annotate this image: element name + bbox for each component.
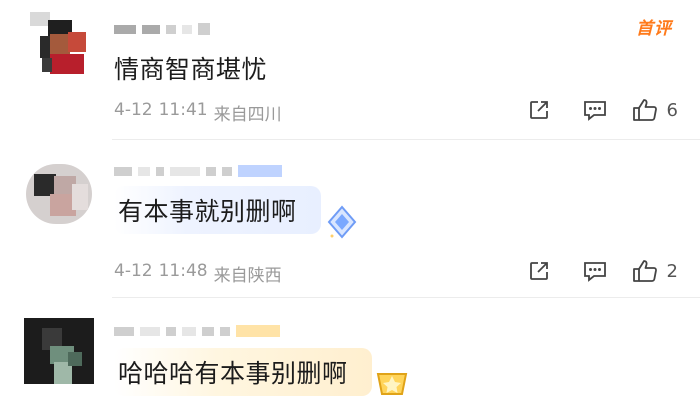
avatar[interactable] (20, 318, 96, 384)
comment-meta: 4-12 11:41 来自四川 (114, 100, 282, 125)
comment-meta: 4-12 11:48 来自陕西 (114, 261, 282, 286)
share-button[interactable] (515, 94, 563, 126)
comment-actions: 6 (507, 94, 678, 126)
thumbs-up-icon (632, 99, 657, 121)
comment-item: 哈哈哈有本事别删啊 (0, 298, 700, 415)
comment-item: 有本事就别删啊 4-12 11:48 来自陕西 2 (0, 140, 700, 298)
comment-text: 有本事就别删啊 (114, 186, 321, 234)
thumbs-up-icon (632, 260, 657, 282)
share-icon (529, 262, 548, 280)
comment-location: 来自陕西 (213, 266, 282, 286)
like-button[interactable]: 6 (631, 97, 678, 123)
username[interactable] (114, 18, 210, 40)
share-button[interactable] (515, 255, 563, 287)
like-button[interactable]: 2 (631, 258, 678, 284)
comment-time: 11:48 (158, 261, 208, 281)
comment-actions: 2 (507, 255, 678, 287)
reply-button[interactable] (571, 94, 619, 126)
comment-location: 来自四川 (213, 105, 282, 125)
gold-badge-icon (376, 373, 408, 395)
comment-date: 4-12 (114, 261, 153, 281)
like-count: 2 (666, 260, 678, 282)
comment-text: 哈哈哈有本事别删啊 (114, 348, 372, 396)
share-icon (529, 101, 548, 119)
avatar[interactable] (20, 12, 96, 78)
reply-button[interactable] (571, 255, 619, 287)
comment-icon (583, 262, 606, 282)
comment-item: 首评 情商智商堪忧 4-12 11:41 来自四川 6 (0, 0, 700, 140)
like-count: 6 (666, 99, 678, 121)
diamond-badge-icon (327, 205, 357, 239)
username[interactable] (114, 320, 280, 342)
avatar[interactable] (20, 160, 96, 226)
comment-icon (583, 101, 606, 121)
comment-time: 11:41 (158, 100, 208, 120)
first-comment-badge: 首评 (636, 19, 672, 39)
username[interactable] (114, 160, 282, 182)
comment-text: 情商智商堪忧 (114, 55, 268, 84)
comment-date: 4-12 (114, 100, 153, 120)
